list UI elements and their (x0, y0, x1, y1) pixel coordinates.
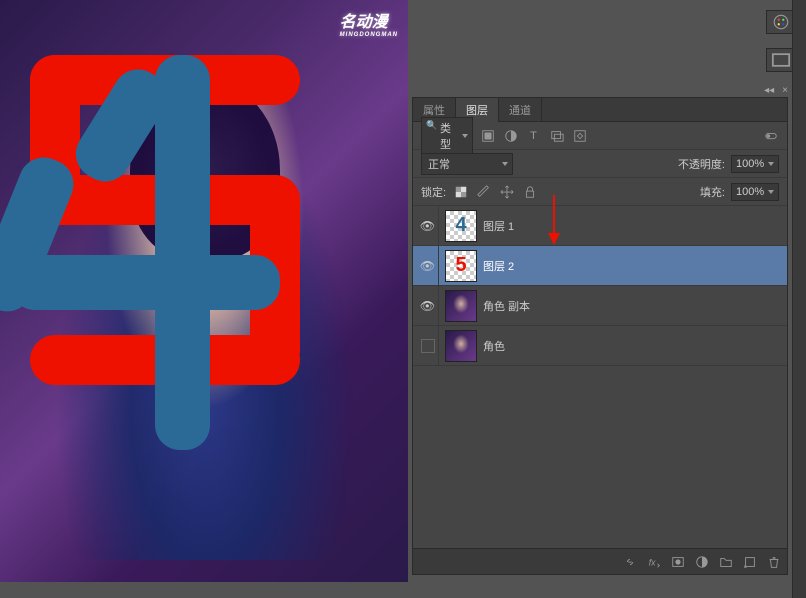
layer-thumbnail[interactable] (445, 290, 477, 322)
filter-smartobject-icon[interactable] (571, 127, 588, 144)
right-pane: ◂◂ × 属性 图层 通道 类型 T 正常 不透明度: 100% 锁定: (408, 0, 806, 598)
lock-pixels-icon[interactable] (475, 183, 492, 200)
layer-thumbnail[interactable]: 5 (445, 250, 477, 282)
visibility-toggle[interactable] (421, 339, 435, 353)
lock-position-icon[interactable] (498, 183, 515, 200)
layer-thumbnail[interactable]: 4 (445, 210, 477, 242)
visibility-toggle[interactable]: 👁 (420, 299, 435, 313)
layer-mask-button[interactable] (671, 555, 685, 569)
layer-thumbnail[interactable] (445, 330, 477, 362)
fill-label: 填充: (700, 184, 725, 200)
filter-type-icon[interactable]: T (525, 127, 542, 144)
filter-pixel-icon[interactable] (479, 127, 496, 144)
link-layers-button[interactable] (623, 555, 637, 569)
adjustment-layer-button[interactable] (695, 555, 709, 569)
new-layer-button[interactable] (743, 555, 757, 569)
opacity-label: 不透明度: (678, 156, 725, 172)
delete-layer-button[interactable] (767, 555, 781, 569)
lock-label: 锁定: (421, 184, 446, 200)
layers-panel: 属性 图层 通道 类型 T 正常 不透明度: 100% 锁定: (412, 97, 788, 575)
layer-name[interactable]: 图层 2 (483, 258, 783, 274)
filter-shape-icon[interactable] (548, 127, 565, 144)
layer-name[interactable]: 角色 副本 (483, 298, 783, 314)
layer-row[interactable]: 角色 (413, 326, 787, 366)
watermark-subtext: MINGDONGMAN (340, 32, 398, 38)
layer-name[interactable]: 角色 (483, 338, 783, 354)
panel-collapse-button[interactable]: ◂◂ (764, 85, 774, 97)
lock-all-icon[interactable] (521, 183, 538, 200)
watermark-text: 名动漫 (340, 14, 388, 31)
svg-text:fx: fx (649, 557, 656, 567)
layer-row[interactable]: 👁 4 图层 1 (413, 206, 787, 246)
layer-row[interactable]: 👁 5 图层 2 (413, 246, 787, 286)
fill-value[interactable]: 100% (731, 183, 779, 201)
layer-style-button[interactable]: fx (647, 555, 661, 569)
rect-icon (767, 46, 795, 74)
lock-transparency-icon[interactable] (452, 183, 469, 200)
tab-channels[interactable]: 通道 (499, 98, 542, 122)
filter-adjustment-icon[interactable] (502, 127, 519, 144)
right-scrollbar[interactable] (792, 0, 806, 598)
layer-row[interactable]: 👁 角色 副本 (413, 286, 787, 326)
blend-row: 正常 不透明度: 100% (413, 150, 787, 178)
layers-list: 👁 4 图层 1 👁 5 图层 2 👁 角色 副本 角色 (413, 206, 787, 568)
opacity-value[interactable]: 100% (731, 155, 779, 173)
panel-menu-bar: ◂◂ × (412, 85, 788, 97)
blend-mode-dropdown[interactable]: 正常 (421, 153, 513, 175)
palette-icon (772, 13, 790, 31)
panel-close-button[interactable]: × (782, 85, 788, 97)
filter-toggle-icon[interactable] (762, 127, 779, 144)
lock-row: 锁定: 填充: 100% (413, 178, 787, 206)
thumb-numeral: 4 (455, 214, 466, 237)
filter-row: 类型 T (413, 122, 787, 150)
panel-footer: fx (413, 548, 787, 574)
group-button[interactable] (719, 555, 733, 569)
visibility-toggle[interactable]: 👁 (420, 259, 435, 273)
thumb-numeral: 5 (455, 254, 466, 277)
visibility-toggle[interactable]: 👁 (420, 219, 435, 233)
layer-name[interactable]: 图层 1 (483, 218, 783, 234)
canvas[interactable]: 名动漫 MINGDONGMAN (0, 0, 408, 582)
filter-kind-dropdown[interactable]: 类型 (421, 117, 473, 155)
watermark: 名动漫 MINGDONGMAN (340, 8, 398, 38)
